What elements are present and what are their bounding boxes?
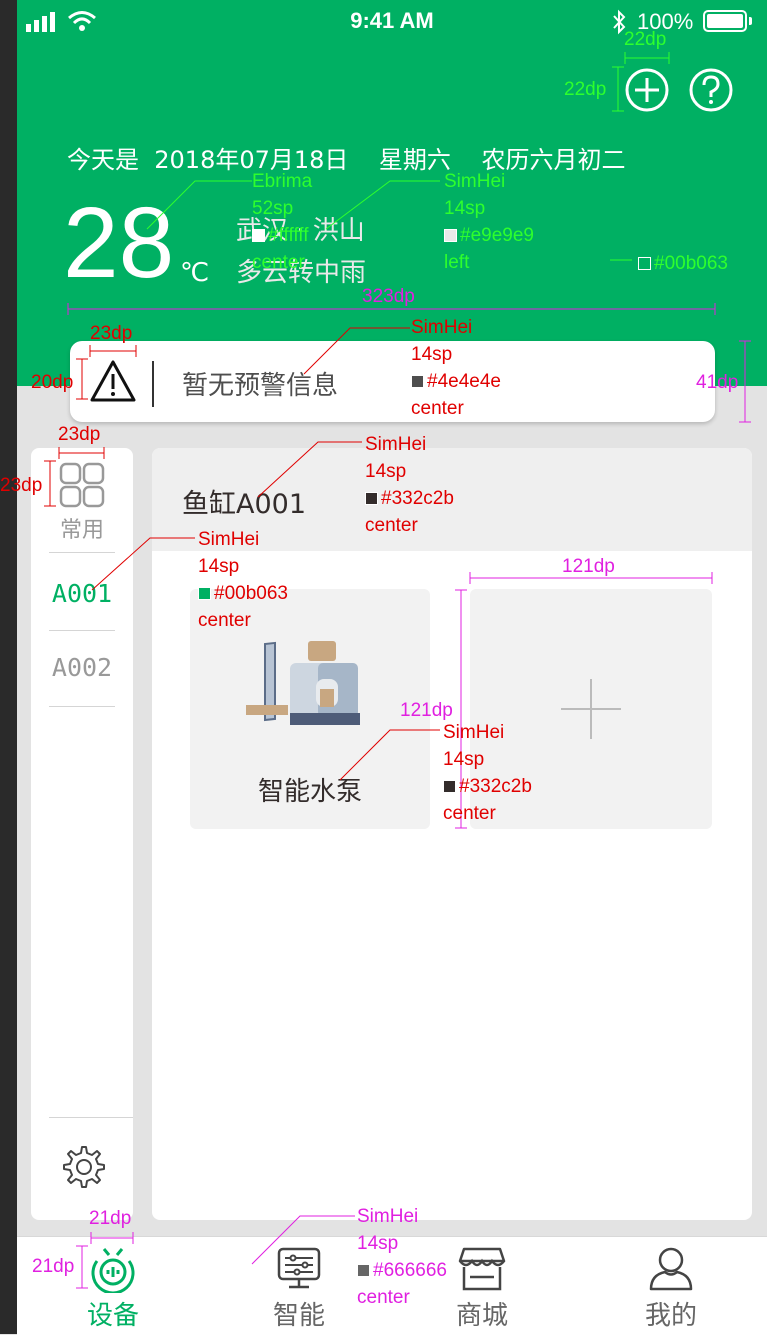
annotation-warn-height: 20dp	[31, 372, 74, 393]
annotation-card-height: 41dp	[696, 372, 739, 393]
annotation-header-color: #00b063	[638, 250, 728, 277]
annotation-lines	[44, 52, 751, 1289]
annotation-common-width: 23dp	[58, 424, 101, 445]
annotation-tab: SimHei 14sp #00b063 center	[198, 529, 288, 631]
annotation-warn-width: 23dp	[90, 323, 133, 344]
annotation-card-width: 323dp	[362, 286, 415, 307]
annotation-location: SimHei 14sp #e9e9e9 left	[444, 171, 534, 273]
annotation-nav-label: SimHei 14sp #666666 center	[357, 1206, 447, 1308]
annotation-nav-width: 21dp	[89, 1208, 132, 1229]
annotation-common-height: 23dp	[0, 475, 43, 496]
annotation-device-name: SimHei 14sp #332c2b center	[443, 722, 532, 824]
annotation-add-width: 22dp	[624, 29, 667, 50]
annotation-temperature: Ebrima 52sp #ffffff center	[252, 171, 313, 273]
annotation-tile-width: 121dp	[562, 556, 615, 577]
annotation-add-height: 22dp	[564, 79, 607, 100]
annotation-nav-height: 21dp	[32, 1256, 75, 1277]
annotation-group-title: SimHei 14sp #332c2b center	[365, 434, 454, 536]
annotation-warning-text: SimHei 14sp #4e4e4e center	[411, 317, 501, 419]
